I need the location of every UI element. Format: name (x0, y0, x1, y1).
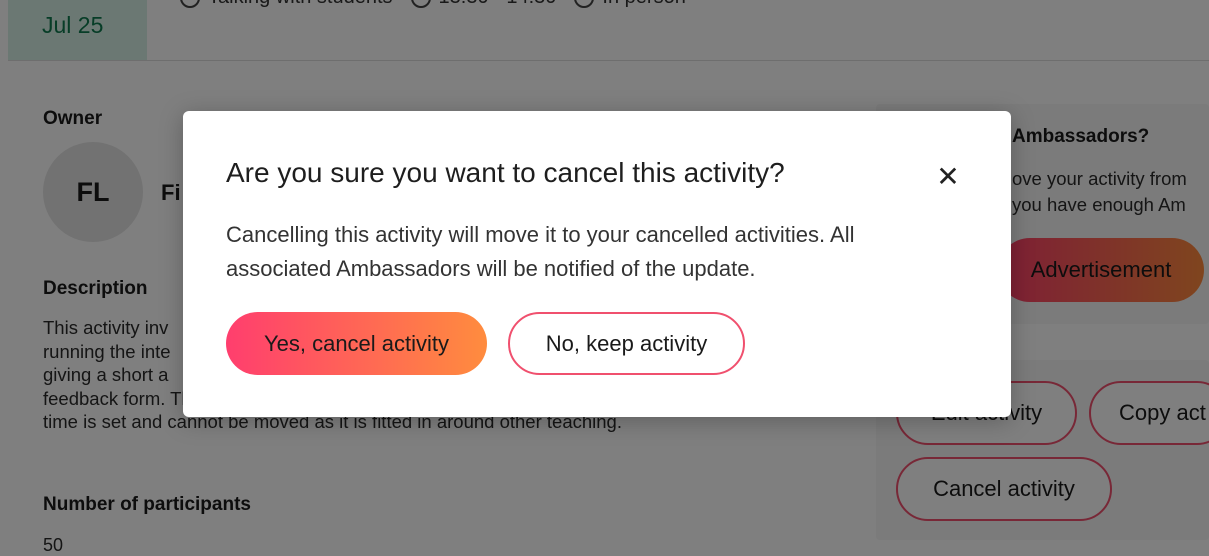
cancel-confirmation-dialog: Are you sure you want to cancel this act… (183, 111, 1011, 417)
confirm-cancel-button[interactable]: Yes, cancel activity (226, 312, 487, 375)
dialog-message: Cancelling this activity will move it to… (226, 218, 976, 286)
close-icon[interactable]: ✕ (928, 159, 968, 193)
keep-activity-button[interactable]: No, keep activity (508, 312, 745, 375)
dialog-message-line: Cancelling this activity will move it to… (226, 222, 855, 247)
dialog-title: Are you sure you want to cancel this act… (226, 157, 785, 188)
dialog-message-line: associated Ambassadors will be notified … (226, 256, 756, 281)
dialog-actions: Yes, cancel activity No, keep activity (226, 312, 745, 375)
